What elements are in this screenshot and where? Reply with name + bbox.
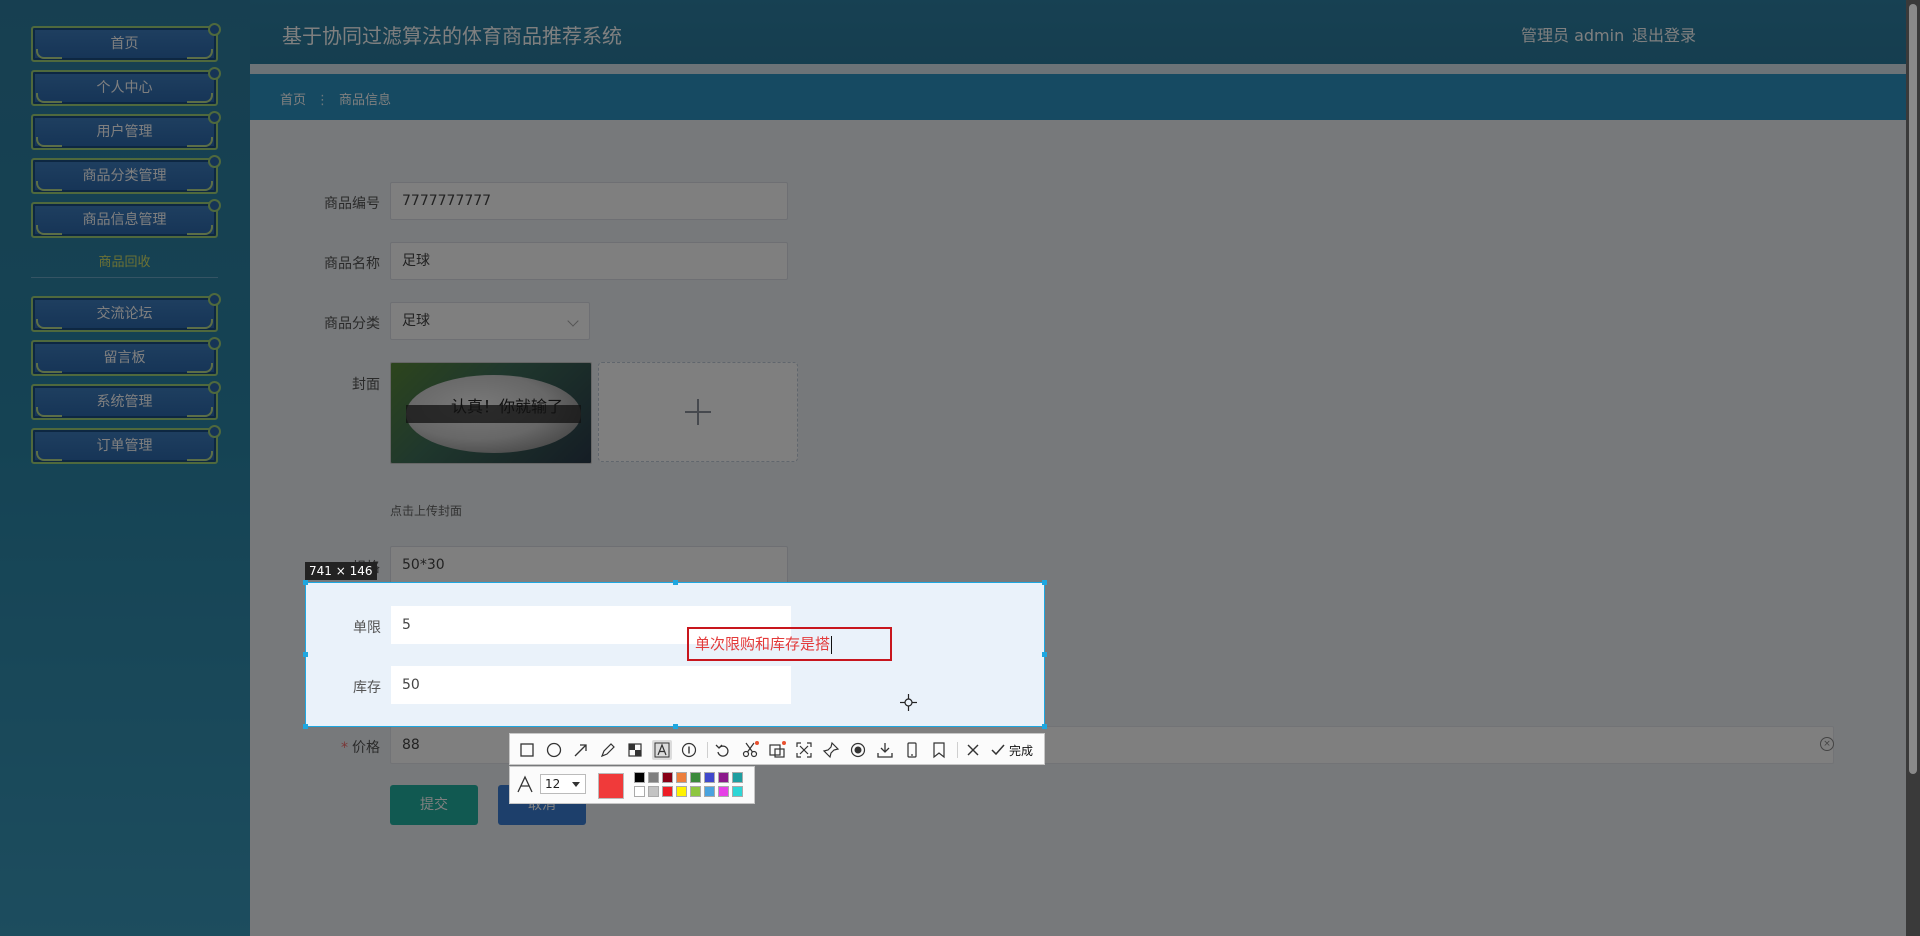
color-swatch[interactable] — [690, 772, 701, 783]
selection-size-badge: 741 × 146 — [305, 562, 377, 580]
scrollbar[interactable] — [1906, 0, 1920, 936]
color-swatch[interactable] — [718, 786, 729, 797]
color-swatch[interactable] — [676, 786, 687, 797]
color-swatch[interactable] — [634, 786, 645, 797]
serial-number-tool-icon[interactable] — [679, 740, 699, 760]
undo-icon[interactable] — [713, 740, 733, 760]
resize-handle[interactable] — [673, 580, 678, 585]
ellipse-tool-icon[interactable] — [544, 740, 564, 760]
bookmark-icon[interactable] — [929, 740, 949, 760]
limit-label: 单限 — [353, 620, 381, 636]
color-swatch[interactable] — [634, 772, 645, 783]
toolbar-separator — [707, 742, 708, 758]
color-swatch[interactable] — [648, 772, 659, 783]
arrow-tool-icon[interactable] — [571, 740, 591, 760]
resize-handle[interactable] — [1042, 724, 1047, 729]
current-color-swatch[interactable] — [598, 773, 624, 799]
annotation-text-box[interactable]: 单次限购和库存是搭 — [687, 627, 892, 661]
color-swatch[interactable] — [718, 772, 729, 783]
scissors-icon[interactable] — [740, 740, 760, 760]
resize-handle[interactable] — [1042, 652, 1047, 657]
color-swatch[interactable] — [690, 786, 701, 797]
download-icon[interactable] — [875, 740, 895, 760]
color-swatch[interactable] — [704, 772, 715, 783]
resize-handle[interactable] — [303, 580, 308, 585]
color-swatch[interactable] — [662, 786, 673, 797]
font-icon — [517, 775, 533, 793]
color-swatch[interactable] — [704, 786, 715, 797]
check-icon[interactable] — [988, 740, 1008, 760]
rectangle-tool-icon[interactable] — [517, 740, 537, 760]
text-style-panel: 12 — [509, 766, 755, 804]
resize-handle[interactable] — [1042, 580, 1047, 585]
pin-icon[interactable] — [821, 740, 841, 760]
long-screenshot-icon[interactable] — [794, 740, 814, 760]
color-swatch[interactable] — [676, 772, 687, 783]
crosshair-cursor-icon — [900, 694, 917, 711]
color-swatch[interactable] — [662, 772, 673, 783]
close-icon[interactable] — [963, 740, 983, 760]
annotation-text: 单次限购和库存是搭 — [695, 635, 831, 653]
pen-tool-icon[interactable] — [598, 740, 618, 760]
text-caret — [831, 635, 833, 654]
record-icon[interactable] — [848, 740, 868, 760]
done-button[interactable]: 完成 — [1009, 742, 1033, 759]
text-tool-icon[interactable] — [652, 740, 672, 760]
phone-icon[interactable] — [902, 740, 922, 760]
resize-handle[interactable] — [673, 724, 678, 729]
resize-handle[interactable] — [303, 652, 308, 657]
resize-handle[interactable] — [303, 724, 308, 729]
color-swatch[interactable] — [732, 772, 743, 783]
font-size-value: 12 — [545, 777, 561, 791]
stock-field[interactable]: 50 — [391, 666, 791, 704]
screenshot-toolbar: 完成 — [509, 733, 1045, 765]
color-swatch[interactable] — [732, 786, 743, 797]
color-swatch[interactable] — [648, 786, 659, 797]
toolbar-separator — [957, 742, 958, 758]
chevron-down-icon — [572, 782, 580, 787]
screenshot-dim-overlay — [0, 0, 1920, 936]
mosaic-tool-icon[interactable] — [625, 740, 645, 760]
font-size-select[interactable]: 12 — [540, 774, 586, 794]
stock-label: 库存 — [353, 680, 381, 696]
capture-selection[interactable]: 单限 5 库存 50 — [305, 582, 1045, 727]
scrollbar-thumb[interactable] — [1909, 4, 1917, 774]
ocr-icon[interactable] — [767, 740, 787, 760]
